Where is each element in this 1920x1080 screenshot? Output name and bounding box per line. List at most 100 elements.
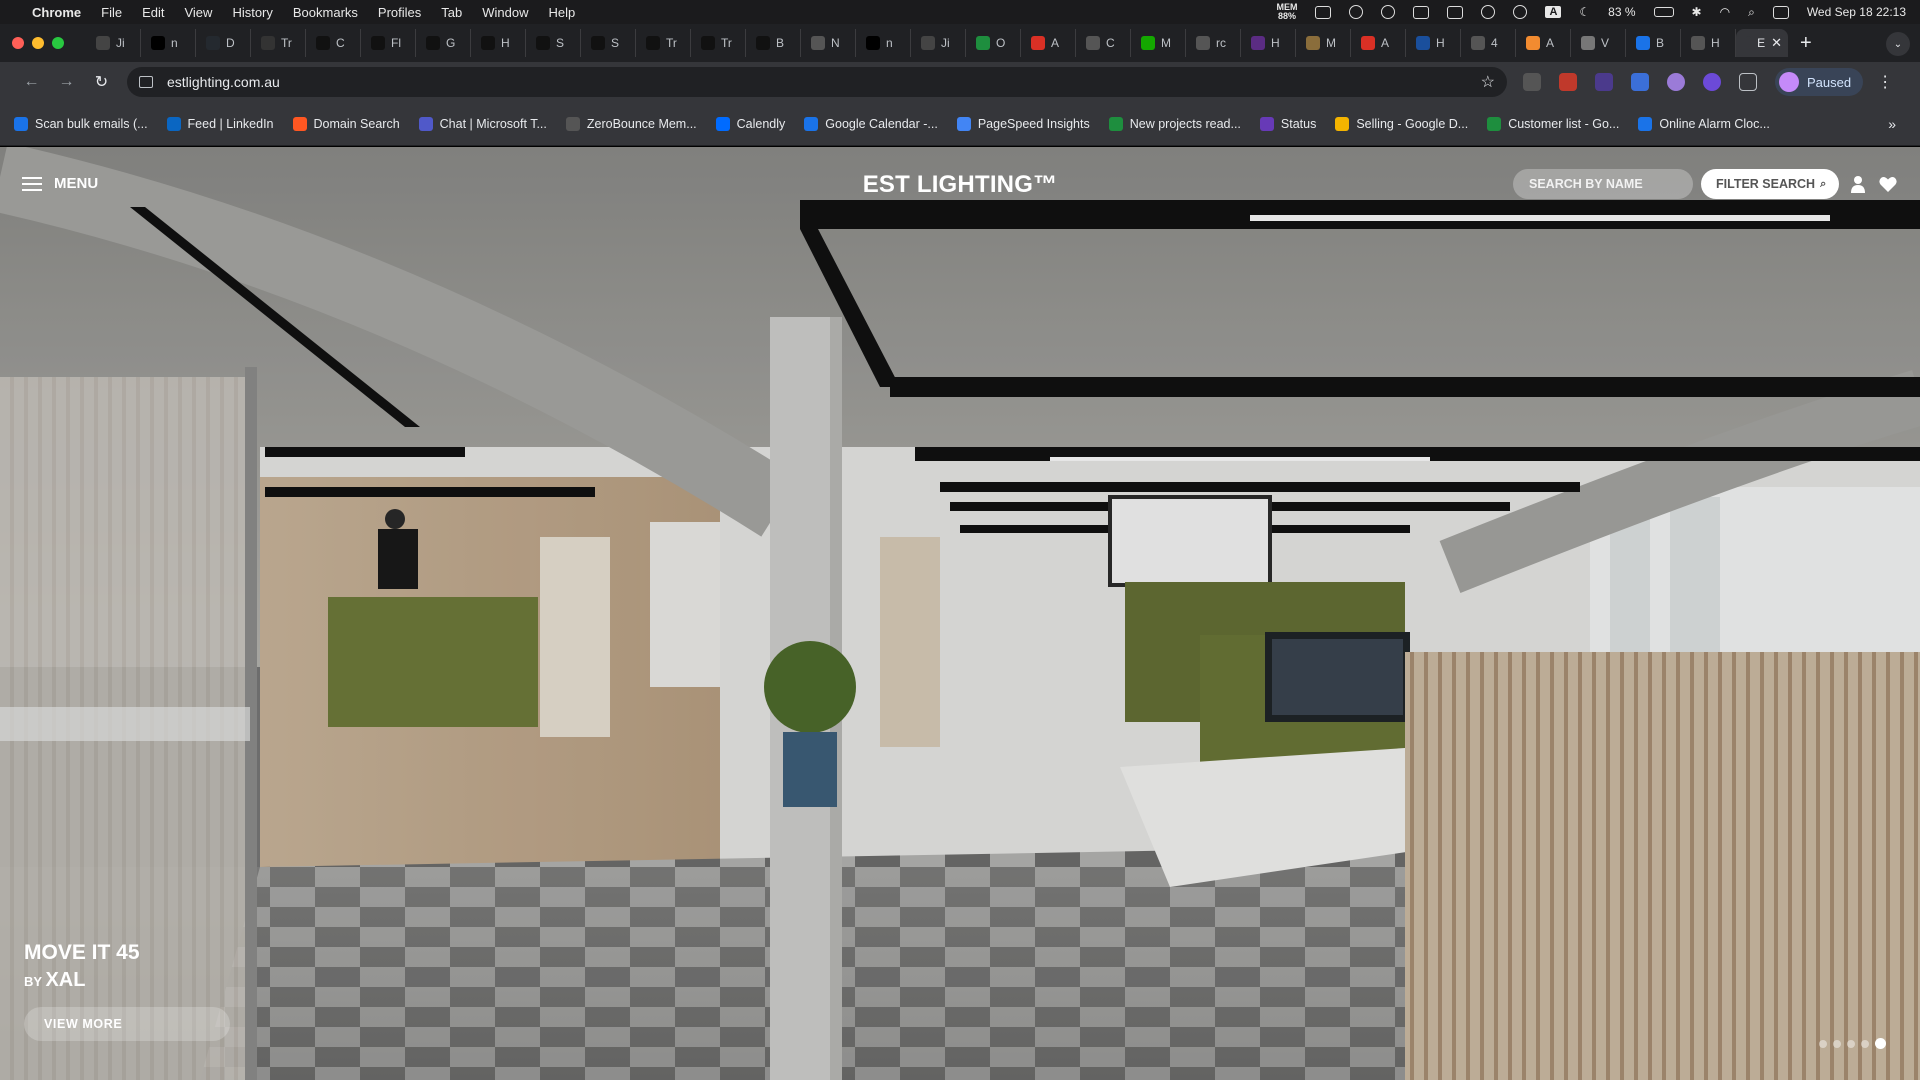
blue-extension-icon[interactable] — [1631, 73, 1649, 91]
openai-icon[interactable] — [1481, 5, 1496, 19]
purple-extension-icon[interactable] — [1595, 73, 1613, 91]
back-button[interactable]: ← — [14, 73, 49, 91]
menu-file[interactable]: File — [101, 5, 122, 20]
browser-tab[interactable]: G — [416, 29, 471, 57]
airdrop-icon[interactable] — [1513, 5, 1528, 19]
browser-tab[interactable]: Fl — [361, 29, 416, 57]
eyedropper-extension-icon[interactable] — [1523, 73, 1541, 91]
spotlight-search-icon[interactable]: ⌕ — [1748, 5, 1755, 20]
battery-icon[interactable] — [1653, 7, 1674, 17]
browser-tab[interactable]: n — [856, 29, 911, 57]
menu-edit[interactable]: Edit — [142, 5, 164, 20]
new-tab-button[interactable]: + — [1800, 32, 1812, 55]
control-center-icon[interactable] — [1772, 5, 1789, 19]
browser-tab[interactable]: B — [1626, 29, 1681, 57]
bookmark-item[interactable]: Customer list - Go... — [1487, 116, 1619, 131]
red-extension-icon[interactable] — [1559, 73, 1577, 91]
profile-button[interactable]: Paused — [1775, 68, 1864, 96]
close-tab-icon[interactable]: ✕ — [1771, 35, 1782, 51]
layers-icon[interactable] — [1447, 5, 1464, 19]
browser-tab[interactable]: N — [801, 29, 856, 57]
browser-tab[interactable]: Ji — [911, 29, 966, 57]
slider-dot[interactable] — [1875, 1038, 1886, 1049]
tab-search-button[interactable]: ⌄ — [1886, 32, 1910, 56]
circle-extension-icon[interactable] — [1667, 73, 1685, 91]
browser-tab[interactable]: Tr — [691, 29, 746, 57]
bookmark-star-icon[interactable]: ☆ — [1481, 72, 1495, 92]
browser-tab[interactable]: H — [1681, 29, 1736, 57]
bookmark-item[interactable]: Status — [1259, 116, 1316, 131]
wifi-icon[interactable]: ◠ — [1720, 5, 1730, 19]
browser-tab[interactable]: C — [306, 29, 361, 57]
browser-tab[interactable]: M — [1296, 29, 1351, 57]
reload-button[interactable]: ↻ — [84, 72, 119, 92]
browser-tab[interactable]: n — [141, 29, 196, 57]
slider-dot[interactable] — [1819, 1039, 1827, 1048]
browser-tab[interactable]: A — [1351, 29, 1406, 57]
bookmark-item[interactable]: Domain Search — [292, 116, 400, 131]
minimize-window-button[interactable] — [32, 37, 44, 49]
menu-history[interactable]: History — [232, 5, 272, 20]
menu-help[interactable]: Help — [549, 5, 576, 20]
bookmark-item[interactable]: Feed | LinkedIn — [166, 116, 274, 131]
browser-tab[interactable]: S — [581, 29, 636, 57]
wishlist-heart-icon[interactable] — [1879, 175, 1897, 193]
browser-tab[interactable]: B — [746, 29, 801, 57]
browser-tab[interactable]: H — [1406, 29, 1461, 57]
slider-dot[interactable] — [1833, 1039, 1841, 1048]
browser-tab[interactable]: Tr — [636, 29, 691, 57]
zoom-window-button[interactable] — [52, 37, 64, 49]
browser-tab[interactable]: A — [1516, 29, 1571, 57]
memory-indicator[interactable]: MEM 88% — [1276, 3, 1297, 21]
menu-view[interactable]: View — [184, 5, 212, 20]
bluetooth-icon[interactable]: ✱ — [1692, 5, 1702, 19]
paperclip-icon[interactable] — [1381, 5, 1396, 19]
address-bar[interactable]: estlighting.com.au ☆ — [127, 67, 1507, 97]
more-bookmarks-icon[interactable]: » — [1888, 116, 1896, 132]
bookmark-item[interactable]: Selling - Google D... — [1335, 116, 1468, 131]
slider-dot[interactable] — [1861, 1039, 1869, 1048]
browser-tab[interactable]: O — [966, 29, 1021, 57]
browser-tab[interactable]: A — [1021, 29, 1076, 57]
browser-tab[interactable]: H — [471, 29, 526, 57]
battery-percent[interactable]: 83 % — [1608, 5, 1635, 19]
search-by-name-input[interactable] — [1513, 169, 1693, 199]
bookmark-item[interactable]: New projects read... — [1108, 116, 1241, 131]
browser-tab[interactable]: 4 — [1461, 29, 1516, 57]
close-window-button[interactable] — [12, 37, 24, 49]
menu-window[interactable]: Window — [482, 5, 528, 20]
site-info-icon[interactable] — [139, 76, 153, 88]
bookmark-item[interactable]: PageSpeed Insights — [956, 116, 1090, 131]
grammarly-icon[interactable] — [1349, 5, 1364, 19]
browser-tab[interactable]: H — [1241, 29, 1296, 57]
bookmark-item[interactable]: Scan bulk emails (... — [14, 116, 148, 131]
browser-tab[interactable]: D — [196, 29, 251, 57]
puzzle-extensions-icon[interactable] — [1739, 73, 1757, 91]
account-icon[interactable] — [1850, 175, 1866, 193]
bookmark-item[interactable]: Calendly — [715, 116, 785, 131]
browser-tab[interactable]: C — [1076, 29, 1131, 57]
bookmark-item[interactable]: Google Calendar -... — [804, 116, 938, 131]
browser-tab[interactable]: Tr — [251, 29, 306, 57]
chat-bubble-icon[interactable] — [1413, 5, 1430, 19]
browser-tab[interactable]: Ji — [86, 29, 141, 57]
view-more-button[interactable]: VIEW MORE — [24, 1007, 230, 1041]
menu-tab[interactable]: Tab — [441, 5, 462, 20]
bookmark-item[interactable]: Chat | Microsoft T... — [418, 116, 547, 131]
url-text[interactable]: estlighting.com.au — [167, 74, 280, 90]
clock-datetime[interactable]: Wed Sep 18 22:13 — [1807, 5, 1906, 19]
browser-tab[interactable]: V — [1571, 29, 1626, 57]
screenshot-icon[interactable] — [1315, 5, 1332, 19]
keyboard-input-indicator[interactable]: A — [1545, 6, 1562, 18]
browser-tab[interactable]: S — [526, 29, 581, 57]
chrome-menu-icon[interactable]: ⋮ — [1877, 72, 1893, 92]
browser-tab[interactable]: E ✕ — [1736, 29, 1788, 57]
moon-icon[interactable]: ☾ — [1579, 5, 1590, 19]
menu-profiles[interactable]: Profiles — [378, 5, 421, 20]
menu-app-name[interactable]: Chrome — [32, 5, 81, 20]
bookmark-item[interactable]: ZeroBounce Mem... — [565, 116, 697, 131]
chat-extension-icon[interactable] — [1703, 73, 1721, 91]
filter-search-button[interactable]: FILTER SEARCH ⌕ — [1701, 169, 1839, 199]
slider-dot[interactable] — [1847, 1039, 1855, 1048]
forward-button[interactable]: → — [49, 73, 84, 91]
